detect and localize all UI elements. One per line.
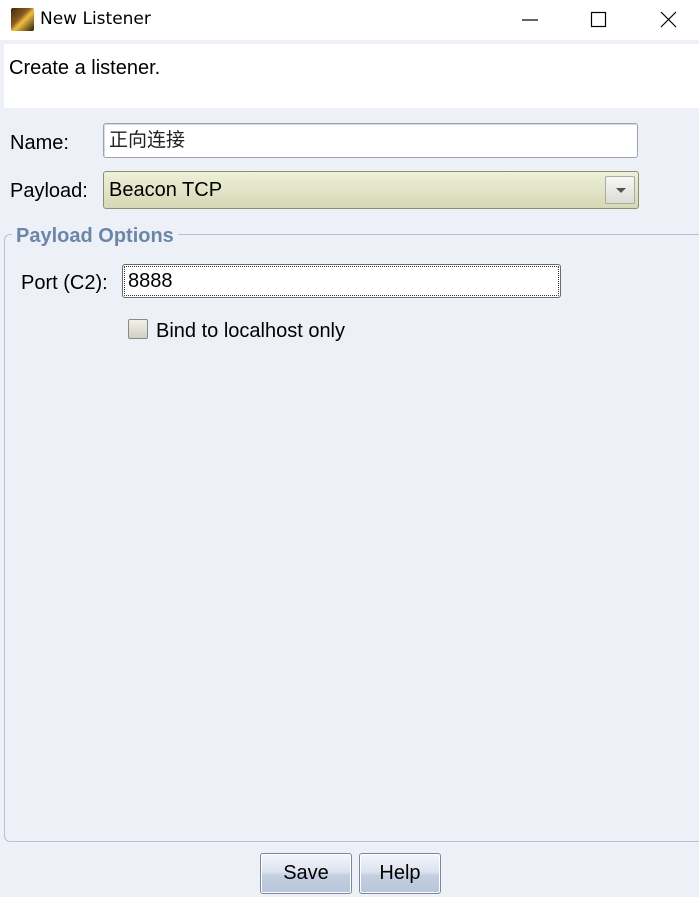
name-input[interactable]: 正向连接 (103, 123, 638, 158)
maximize-icon (590, 11, 607, 28)
title-bar: New Listener (0, 0, 699, 40)
payload-options-group (4, 234, 699, 842)
close-button[interactable] (646, 0, 692, 40)
close-icon (660, 11, 677, 28)
window-title: New Listener (40, 9, 151, 29)
payload-dropdown[interactable]: Beacon TCP (103, 171, 639, 209)
save-button[interactable]: Save (260, 853, 352, 894)
maximize-button[interactable] (576, 0, 622, 40)
dropdown-toggle-button[interactable] (605, 176, 635, 204)
name-label: Name: (10, 132, 69, 154)
chevron-down-icon (616, 188, 626, 193)
app-icon (11, 8, 34, 31)
payload-selected-value: Beacon TCP (109, 179, 223, 201)
port-input[interactable]: 8888 (122, 264, 561, 298)
minimize-button[interactable] (507, 0, 553, 40)
bind-localhost-label[interactable]: Bind to localhost only (156, 320, 345, 343)
port-label: Port (C2): (21, 272, 108, 294)
help-button[interactable]: Help (359, 853, 441, 894)
description-panel: Create a listener. (4, 44, 699, 108)
payload-options-title: Payload Options (12, 225, 178, 248)
description-text: Create a listener. (9, 57, 161, 79)
bind-localhost-checkbox[interactable] (128, 319, 148, 339)
minimize-icon (522, 19, 538, 21)
payload-label: Payload: (10, 180, 88, 202)
